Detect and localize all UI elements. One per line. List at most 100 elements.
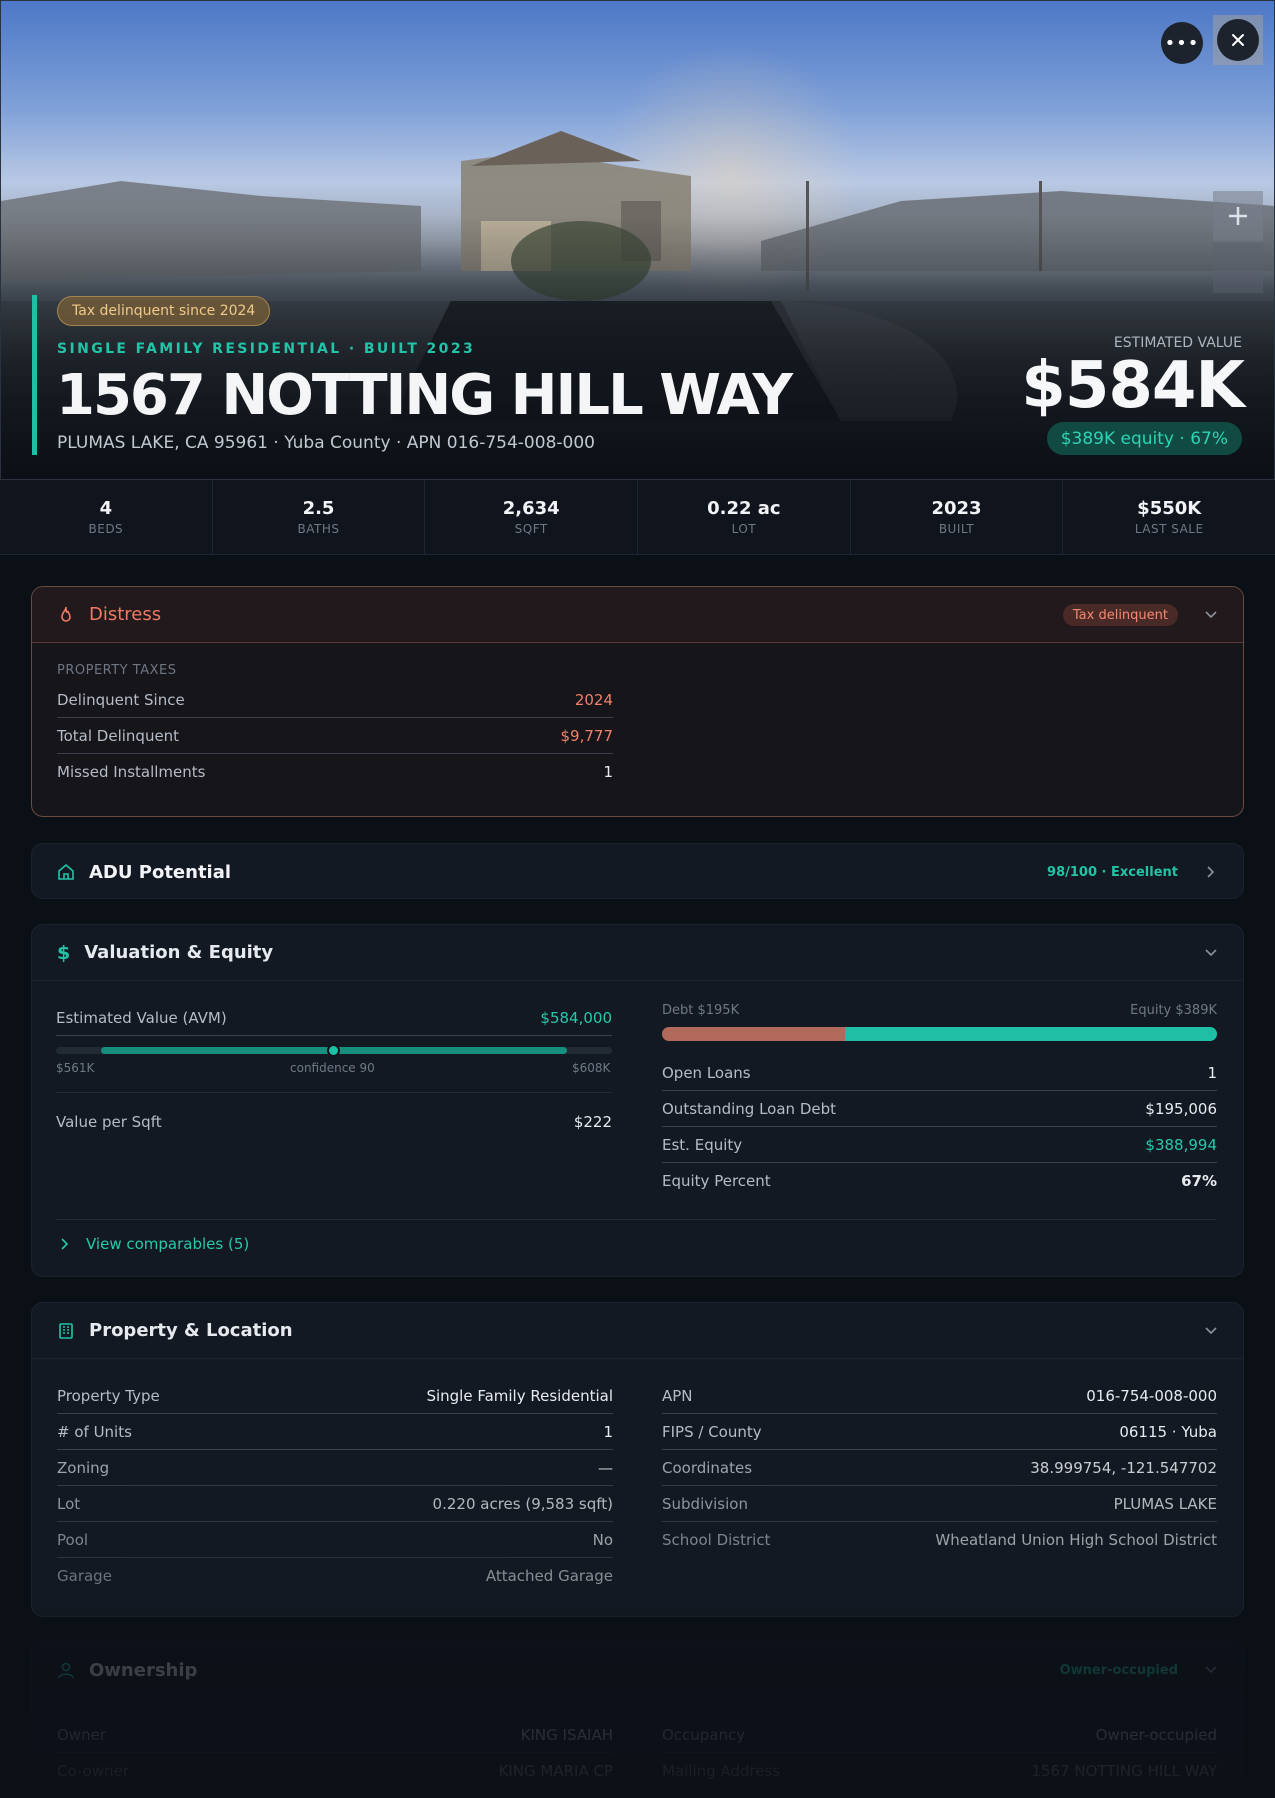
stat-label: BEDS xyxy=(88,522,124,536)
kv-value: Wheatland Union High School District xyxy=(935,1531,1217,1549)
chevron-down-icon[interactable] xyxy=(1204,1663,1218,1677)
stat-label: LOT xyxy=(731,522,757,536)
adu-potential-card[interactable]: ADU Potential 98/100 · Excellent xyxy=(31,843,1244,899)
home-icon xyxy=(58,863,74,880)
equity-segment xyxy=(845,1027,1217,1041)
loan-equity-list: Open Loans 1 Outstanding Loan Debt $195,… xyxy=(662,1055,1217,1199)
kv-key: Property Type xyxy=(57,1386,160,1405)
adu-header[interactable]: ADU Potential 98/100 · Excellent xyxy=(32,844,1243,898)
ownership-title: Ownership xyxy=(89,1659,198,1681)
chevron-down-icon[interactable] xyxy=(1204,946,1218,960)
stat-value: 2,634 xyxy=(502,498,560,519)
kv-row: Co-owner KING MARIA CP xyxy=(57,1753,613,1789)
owner-occupied-tag: Owner-occupied xyxy=(1059,1662,1178,1678)
range-high: $608K xyxy=(572,1061,611,1075)
distress-card: Distress Tax delinquent PROPERTY TAXES D… xyxy=(31,586,1244,817)
property-type-line: SINGLE FAMILY RESIDENTIAL · BUILT 2023 xyxy=(57,341,476,357)
property-header[interactable]: Property & Location xyxy=(32,1303,1243,1359)
property-taxes-block: PROPERTY TAXES Delinquent Since 2024 Tot… xyxy=(57,663,613,790)
kv-value: KING MARIA CP xyxy=(498,1762,613,1780)
ownership-left-list: Owner KING ISAIAH Co-owner KING MARIA CP xyxy=(57,1717,613,1789)
debt-equity-bar xyxy=(662,1027,1217,1041)
stat-label: LAST SALE xyxy=(1134,522,1204,536)
kv-row: Mailing Address 1567 NOTTING HILL WAY xyxy=(662,1753,1217,1789)
stats-strip: 4 BEDS 2.5 BATHS 2,634 SQFT 0.22 ac LOT … xyxy=(0,480,1275,555)
kv-value: — xyxy=(598,1458,613,1477)
kv-row: Owner KING ISAIAH xyxy=(57,1717,613,1753)
stat-value: 0.22 ac xyxy=(707,498,781,519)
kv-key: Estimated Value (AVM) xyxy=(56,1008,227,1027)
dollar-icon: $ xyxy=(57,941,71,964)
kv-key: # of Units xyxy=(57,1422,132,1441)
chevron-down-icon[interactable] xyxy=(1204,1324,1218,1338)
close-button[interactable] xyxy=(1217,19,1259,61)
kv-row: Coordinates 38.999754, -121.547702 xyxy=(662,1450,1217,1486)
property-hero-image: ••• Tax delinquent since 2024 SINGLE FAM… xyxy=(0,0,1275,480)
kv-key: Total Delinquent xyxy=(57,726,180,745)
adu-score: 98/100 · Excellent xyxy=(1047,864,1178,880)
kv-row: Open Loans 1 xyxy=(662,1055,1217,1091)
kv-value: $195,006 xyxy=(1145,1099,1217,1118)
flame-icon xyxy=(61,606,71,622)
confidence-label: confidence 90 xyxy=(290,1061,375,1075)
stat-value: 4 xyxy=(99,498,113,519)
stat-sqft: 2,634 SQFT xyxy=(425,480,639,554)
kv-key: Est. Equity xyxy=(662,1135,743,1154)
kv-row: School District Wheatland Union High Scho… xyxy=(662,1522,1217,1558)
zoom-out-button[interactable] xyxy=(1213,243,1263,293)
kv-row: Est. Equity $388,994 xyxy=(662,1127,1217,1163)
kv-value: 0.220 acres (9,583 sqft) xyxy=(432,1494,613,1513)
stat-label: BUILT xyxy=(938,522,975,536)
kv-value: 67% xyxy=(1181,1172,1217,1190)
kv-key: Outstanding Loan Debt xyxy=(662,1099,836,1118)
equity-badge: $389K equity · 67% xyxy=(1046,422,1242,455)
property-address: 1567 NOTTING HILL WAY xyxy=(56,363,793,428)
kv-value: KING ISAIAH xyxy=(520,1725,613,1744)
kv-key: School District xyxy=(662,1531,771,1549)
kv-row: Pool No xyxy=(57,1522,613,1558)
range-low: $561K xyxy=(56,1061,95,1075)
kv-key: Co-owner xyxy=(57,1762,129,1780)
kv-key: Value per Sqft xyxy=(56,1113,162,1131)
view-comparables-label: View comparables (5) xyxy=(86,1235,250,1253)
avm-range-meter xyxy=(56,1044,612,1057)
adu-title: ADU Potential xyxy=(89,861,232,883)
kv-value: 1567 NOTTING HILL WAY xyxy=(1031,1762,1217,1780)
valuation-title: Valuation & Equity xyxy=(84,942,274,963)
kv-key: Coordinates xyxy=(662,1458,753,1477)
more-options-button[interactable]: ••• xyxy=(1161,22,1203,64)
stat-lot: 0.22 ac LOT xyxy=(638,480,851,554)
ownership-header[interactable]: Ownership Owner-occupied xyxy=(32,1642,1243,1698)
plus-icon xyxy=(1229,207,1247,225)
ownership-right-list: Occupancy Owner-occupied Mailing Address 1… xyxy=(662,1717,1217,1789)
kv-value: $388,994 xyxy=(1145,1135,1217,1154)
section-label: PROPERTY TAXES xyxy=(57,663,177,678)
chevron-down-icon[interactable] xyxy=(1204,608,1218,622)
stat-baths: 2.5 BATHS xyxy=(213,480,426,554)
property-title: Property & Location xyxy=(89,1320,293,1341)
valuation-header[interactable]: $ Valuation & Equity xyxy=(32,925,1243,981)
distress-header[interactable]: Distress Tax delinquent xyxy=(32,587,1243,643)
kv-value: PLUMAS LAKE xyxy=(1113,1494,1217,1513)
kv-value: Owner-occupied xyxy=(1095,1725,1217,1744)
kv-value: 2024 xyxy=(574,690,613,709)
kv-key: Garage xyxy=(57,1567,112,1585)
zoom-in-button[interactable] xyxy=(1213,191,1263,241)
kv-row: Equity Percent 67% xyxy=(662,1163,1217,1199)
avm-row: Estimated Value (AVM) $584,000 xyxy=(56,1000,612,1036)
kv-value: 1 xyxy=(603,763,613,781)
stat-beds: 4 BEDS xyxy=(0,480,213,554)
property-right-list: APN 016-754-008-000 FIPS / County 06115 · … xyxy=(662,1378,1217,1558)
chevron-right-icon xyxy=(61,1238,69,1250)
kv-row: Total Delinquent $9,777 xyxy=(57,718,613,754)
kv-row: FIPS / County 06115 · Yuba xyxy=(662,1414,1217,1450)
view-comparables-link[interactable]: View comparables (5) xyxy=(60,1235,249,1253)
kv-value: 1 xyxy=(603,1422,613,1441)
kv-key: Subdivision xyxy=(662,1494,748,1513)
kv-row: Outstanding Loan Debt $195,006 xyxy=(662,1091,1217,1127)
stat-value: 2023 xyxy=(931,498,982,519)
equity-label: Equity $389K xyxy=(1130,1003,1217,1018)
stat-label: SQFT xyxy=(514,522,548,536)
kv-value: 1 xyxy=(1207,1063,1217,1082)
chevron-right-icon[interactable] xyxy=(1204,865,1218,879)
